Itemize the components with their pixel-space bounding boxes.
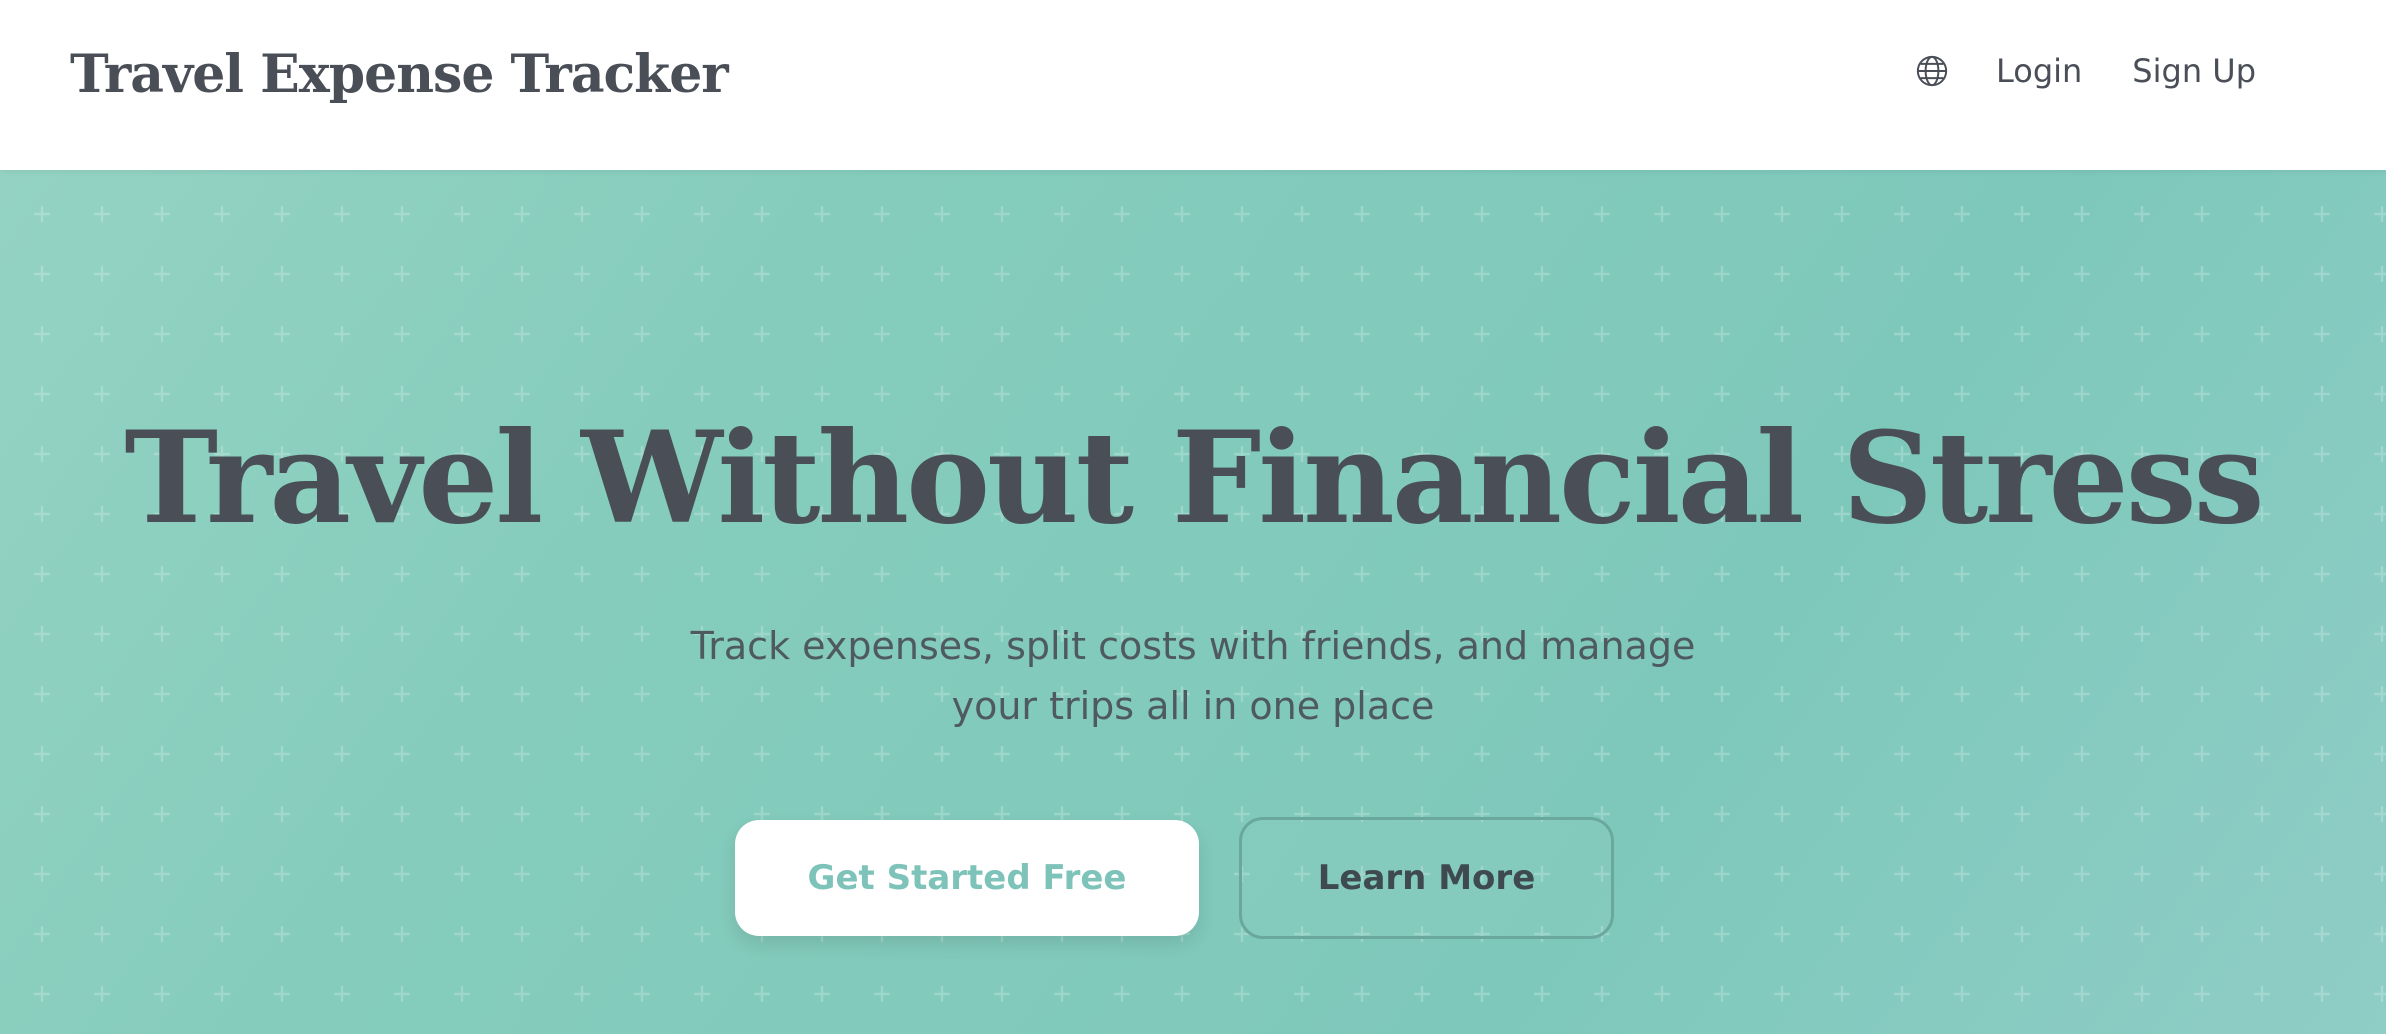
globe-icon[interactable] xyxy=(1914,53,1950,89)
brand-title[interactable]: Travel Expense Tracker xyxy=(70,44,729,105)
hero-subtitle-line-2: your trips all in one place xyxy=(951,684,1435,728)
signup-link[interactable]: Sign Up xyxy=(2132,52,2256,90)
login-link[interactable]: Login xyxy=(1996,52,2082,90)
nav-actions: Login Sign Up xyxy=(1914,52,2256,90)
hero-subtitle-line-1: Track expenses, split costs with friends… xyxy=(690,624,1696,668)
top-navbar: Travel Expense Tracker Login Sign Up xyxy=(0,0,2386,170)
learn-more-button[interactable]: Learn More xyxy=(1239,817,1614,939)
get-started-button[interactable]: Get Started Free xyxy=(735,820,1199,936)
hero-section: Travel Without Financial Stress Track ex… xyxy=(0,170,2386,1034)
hero-headline: Travel Without Financial Stress xyxy=(124,404,2264,552)
